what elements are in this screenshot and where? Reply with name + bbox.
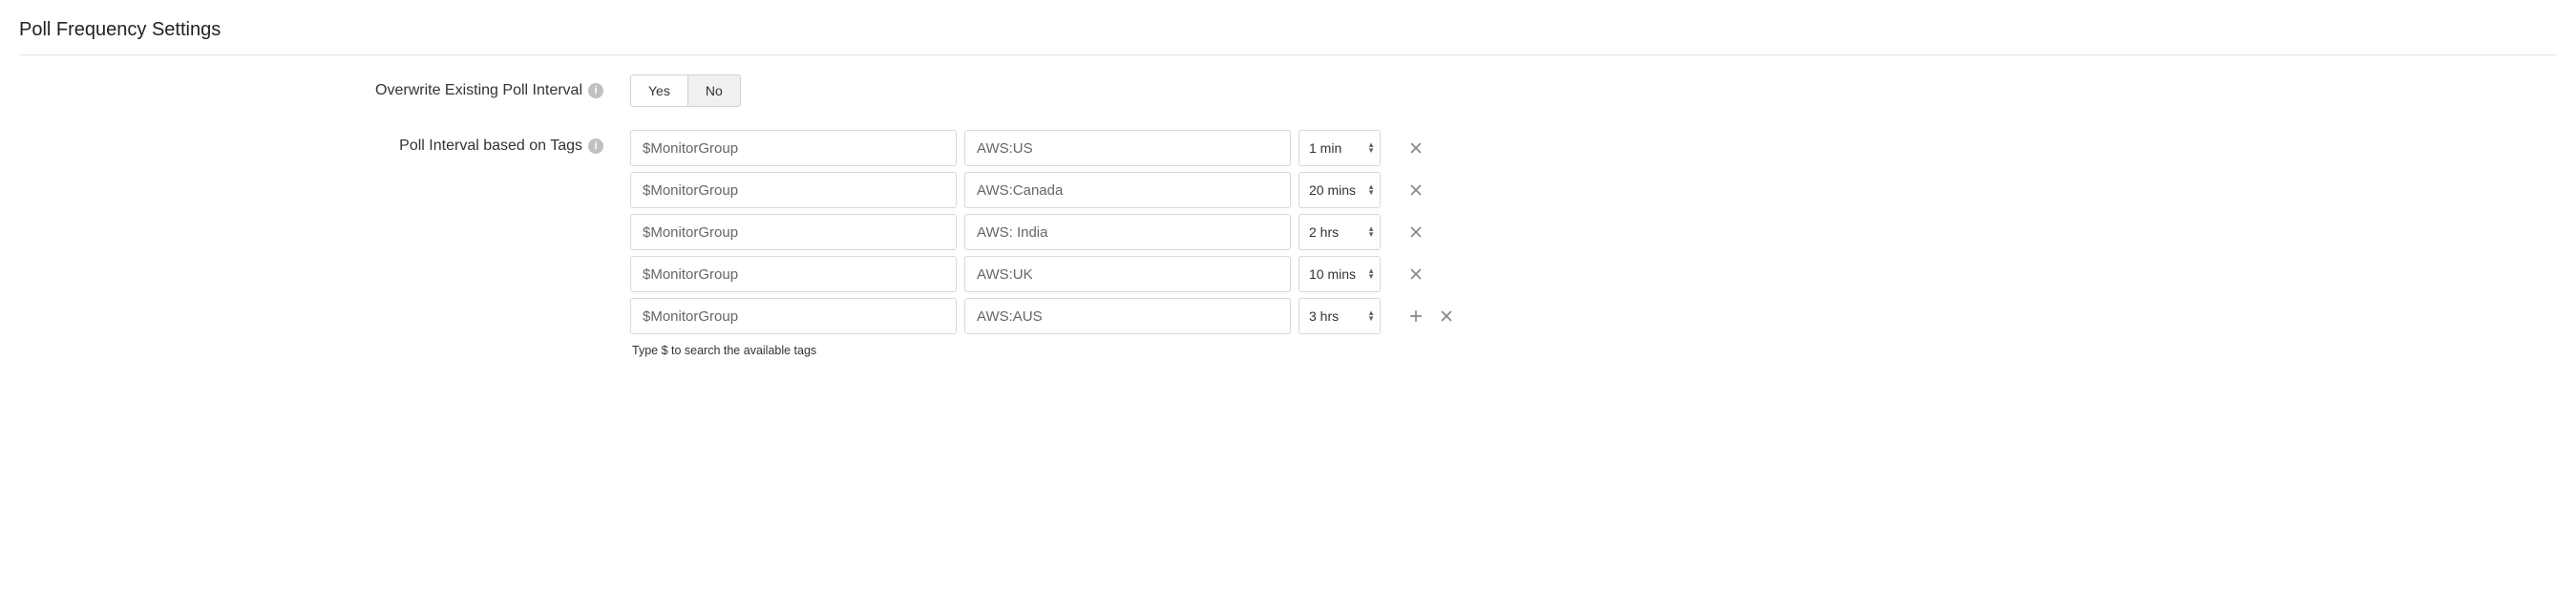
tag-value-input[interactable] [964,130,1291,166]
overwrite-label: Overwrite Existing Poll Interval [375,82,582,99]
interval-select[interactable]: 1 min [1299,130,1381,166]
add-row-button[interactable] [1405,306,1426,327]
interval-select[interactable]: 3 hrs [1299,298,1381,334]
tag-row: 20 mins▲▼ [630,172,2557,208]
remove-row-button[interactable] [1405,222,1426,243]
interval-select-wrap: 20 mins▲▼ [1299,172,1381,208]
tag-value-input[interactable] [964,256,1291,292]
tags-label: Poll Interval based on Tags [399,138,582,155]
interval-select[interactable]: 2 hrs [1299,214,1381,250]
tag-row: 3 hrs▲▼ [630,298,2557,334]
section-title: Poll Frequency Settings [19,19,2557,55]
close-icon [1407,223,1425,241]
row-actions [1405,222,1426,243]
info-icon[interactable]: i [588,83,603,98]
tag-value-input[interactable] [964,214,1291,250]
interval-select-wrap: 3 hrs▲▼ [1299,298,1381,334]
interval-select-wrap: 10 mins▲▼ [1299,256,1381,292]
tag-row: 1 min▲▼ [630,130,2557,166]
tag-group-input[interactable] [630,256,957,292]
remove-row-button[interactable] [1405,138,1426,159]
tag-value-input[interactable] [964,172,1291,208]
tag-group-input[interactable] [630,130,957,166]
remove-row-button[interactable] [1405,264,1426,285]
tag-group-input[interactable] [630,172,957,208]
interval-select[interactable]: 10 mins [1299,256,1381,292]
row-actions [1405,180,1426,201]
plus-icon [1407,308,1425,325]
close-icon [1407,139,1425,157]
row-actions [1405,138,1426,159]
tag-rows-container: 1 min▲▼ 20 mins▲▼ 2 hrs▲▼ 10 mins▲▼ 3 hrs▲▼ [630,130,2557,334]
tags-row: Poll Interval based on Tags i 1 min▲▼ 20 … [19,130,2557,357]
interval-select-wrap: 2 hrs▲▼ [1299,214,1381,250]
overwrite-toggle: Yes No [630,74,741,107]
close-icon [1438,308,1455,325]
row-actions [1405,306,1457,327]
close-icon [1407,181,1425,199]
tag-value-input[interactable] [964,298,1291,334]
info-icon[interactable]: i [588,138,603,154]
overwrite-no-button[interactable]: No [687,75,740,106]
remove-row-button[interactable] [1436,306,1457,327]
remove-row-button[interactable] [1405,180,1426,201]
tag-row: 2 hrs▲▼ [630,214,2557,250]
interval-select-wrap: 1 min▲▼ [1299,130,1381,166]
row-actions [1405,264,1426,285]
close-icon [1407,265,1425,283]
overwrite-row: Overwrite Existing Poll Interval i Yes N… [19,74,2557,107]
tag-row: 10 mins▲▼ [630,256,2557,292]
tags-help-text: Type $ to search the available tags [630,344,2557,357]
tag-group-input[interactable] [630,214,957,250]
tag-group-input[interactable] [630,298,957,334]
interval-select[interactable]: 20 mins [1299,172,1381,208]
overwrite-yes-button[interactable]: Yes [631,75,687,106]
